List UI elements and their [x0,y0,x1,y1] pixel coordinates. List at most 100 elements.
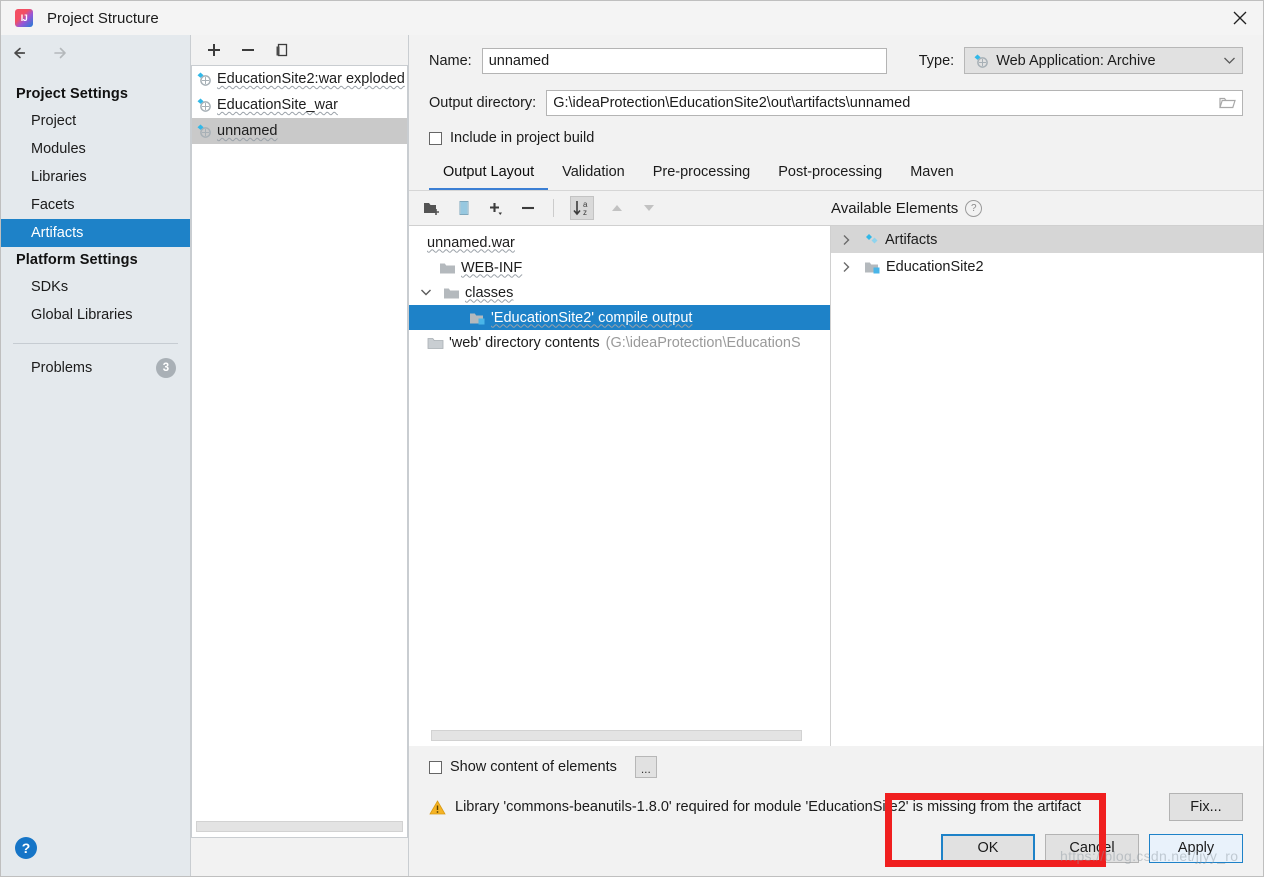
help-icon[interactable]: ? [15,837,37,859]
include-in-build-row[interactable]: Include in project build [429,130,1243,146]
problems-count-badge: 3 [156,358,176,378]
output-layout-tree-panel: unnamed.war WEB-INF classes 'EducationSi… [409,226,831,746]
available-elements-tree[interactable]: Artifacts EducationSite2 [831,226,1263,746]
tree-row[interactable]: WEB-INF [409,255,830,280]
name-input[interactable]: unnamed [481,47,887,74]
navigation-arrows [1,35,190,75]
show-content-options-button[interactable]: ... [634,756,657,778]
output-directory-row: Output directory: G:\ideaProtection\Educ… [429,90,1243,116]
cancel-button[interactable]: Cancel [1045,833,1139,863]
artifacts-horizontal-scrollbar[interactable] [196,821,403,832]
folder-icon [443,286,460,300]
tree-hscrollbar-area [409,726,830,746]
artifact-icon [196,123,212,139]
artifact-icon [196,97,212,113]
artifact-icon [196,71,212,87]
sidebar-item-global-libraries[interactable]: Global Libraries [1,301,190,329]
sidebar-group-platform-settings: Platform Settings [16,252,138,268]
forward-arrow-icon[interactable] [53,46,75,64]
artifact-editor-panel: Name: unnamed Type: Web Application: Arc… [409,35,1263,876]
artifact-icon [864,232,880,248]
tree-row-label: 'EducationSite2' compile output [491,309,693,326]
intellij-idea-icon [15,9,33,27]
warning-triangle-icon [429,799,446,815]
sidebar-item-facets[interactable]: Facets [1,191,190,219]
tab-validation[interactable]: Validation [548,160,639,191]
move-up-icon[interactable] [608,199,626,217]
help-circle-icon[interactable]: ? [965,199,983,217]
output-directory-input[interactable]: G:\ideaProtection\EducationSite2\out\art… [546,90,1243,116]
sidebar-item-modules[interactable]: Modules [1,135,190,163]
tree-horizontal-scrollbar[interactable] [431,730,802,741]
list-item[interactable]: unnamed [192,118,407,144]
add-artifact-button[interactable] [205,41,223,59]
available-elements-header: Available Elements ? [831,199,1263,217]
sidebar-item-project[interactable]: Project [1,107,190,135]
tree-row-path: (G:\ideaProtection\EducationS [605,334,801,351]
close-icon[interactable] [1217,1,1263,35]
tab-maven[interactable]: Maven [896,160,968,191]
back-arrow-icon[interactable] [13,46,35,64]
copy-artifact-icon[interactable] [273,41,291,59]
list-item-label: EducationSite2:war exploded [217,71,405,87]
tree-row-label: Artifacts [885,231,938,248]
tab-post-processing[interactable]: Post-processing [764,160,896,191]
toolbar-divider [553,199,554,217]
sidebar-item-problems[interactable]: Problems 3 [1,354,190,382]
chevron-right-icon[interactable] [837,261,855,273]
add-copy-of-icon[interactable] [487,199,505,217]
output-layout-tree[interactable]: unnamed.war WEB-INF classes 'EducationSi… [409,226,830,726]
remove-element-icon[interactable] [519,199,537,217]
sort-alphabetically-icon[interactable]: az [570,196,594,220]
list-item[interactable]: EducationSite2:war exploded [192,66,407,92]
show-content-row: Show content of elements ... [429,746,1243,788]
sidebar-item-sdks[interactable]: SDKs [1,273,190,301]
include-in-build-checkbox[interactable] [429,131,442,145]
artifacts-list[interactable]: EducationSite2:war exploded EducationSit… [191,65,408,818]
tree-row[interactable]: 'web' directory contents (G:\ideaProtect… [409,330,830,355]
list-item-label: EducationSite_war [217,97,338,113]
fix-button[interactable]: Fix... [1169,793,1243,821]
artifact-type-select[interactable]: Web Application: Archive [964,47,1243,74]
module-output-icon [469,311,486,325]
settings-sidebar: Project Settings Project Modules Librari… [1,35,191,876]
include-in-build-label: Include in project build [450,130,595,146]
move-down-icon[interactable] [640,199,658,217]
tab-pre-processing[interactable]: Pre-processing [639,160,765,191]
remove-artifact-button[interactable] [239,41,257,59]
module-output-icon [864,260,881,274]
chevron-right-icon[interactable] [837,234,855,246]
list-item-label: unnamed [217,123,278,139]
artifacts-toolbar [191,35,408,65]
sidebar-item-libraries[interactable]: Libraries [1,163,190,191]
layout-panes: unnamed.war WEB-INF classes 'EducationSi… [409,225,1263,746]
tree-row[interactable]: 'EducationSite2' compile output [409,305,830,330]
tree-row-label: WEB-INF [461,259,523,276]
dialog-body: Project Settings Project Modules Librari… [1,35,1263,876]
tree-row[interactable]: EducationSite2 [831,253,1263,280]
sidebar-divider [13,343,178,344]
artifacts-list-panel: EducationSite2:war exploded EducationSit… [191,35,409,876]
tab-output-layout[interactable]: Output Layout [429,160,549,191]
tree-row[interactable]: classes [409,280,830,305]
show-content-label: Show content of elements [450,759,617,775]
tree-row[interactable]: unnamed.war [409,230,830,255]
show-content-checkbox[interactable] [429,760,442,774]
list-item[interactable]: EducationSite_war [192,92,407,118]
create-archive-icon[interactable] [455,199,473,217]
chevron-down-icon[interactable] [417,288,435,297]
ok-button[interactable]: OK [941,833,1035,863]
tree-row[interactable]: Artifacts [831,226,1263,253]
sidebar-item-artifacts[interactable]: Artifacts [1,219,190,247]
warning-message: Library 'commons-beanutils-1.8.0' requir… [455,799,1081,815]
browse-folder-icon[interactable] [1219,96,1236,110]
tree-row-label: EducationSite2 [886,258,984,275]
window-title: Project Structure [47,9,159,27]
chevron-down-icon [1223,56,1236,65]
sidebar-list: Project Settings Project Modules Librari… [1,75,190,820]
artifact-form: Name: unnamed Type: Web Application: Arc… [409,35,1263,146]
tree-row-label: unnamed.war [427,234,515,251]
apply-button[interactable]: Apply [1149,833,1243,863]
create-directory-icon[interactable] [423,199,441,217]
dialog-footer: Show content of elements ... Library 'co… [409,746,1263,876]
